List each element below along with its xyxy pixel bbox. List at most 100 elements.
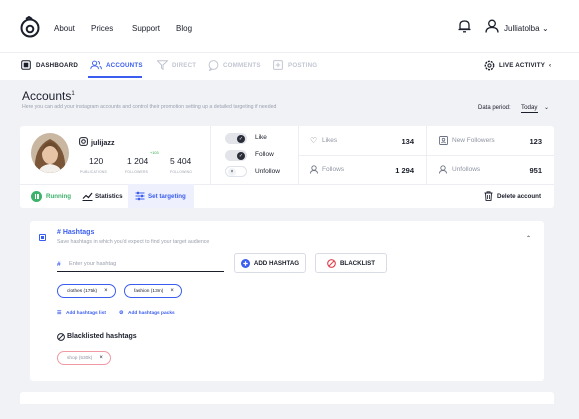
page-subtitle: Here you can add your instagram accounts… (22, 104, 277, 110)
accounts-count: 1 (71, 91, 75, 97)
tab-accounts-label: ACCOUNTS (106, 61, 143, 69)
add-hashtag-label: ADD HASHTAG (253, 259, 300, 267)
close-icon[interactable]: × (99, 355, 103, 361)
blacklist-button[interactable]: BLACKLIST (315, 253, 387, 273)
user-icon (310, 165, 318, 174)
tab-direct[interactable]: DIRECT (156, 60, 196, 70)
follows-label: Follows (322, 166, 345, 173)
unfollow-toggle[interactable]: × (225, 166, 247, 177)
active-tab-indicator (88, 76, 142, 78)
plus-square-icon (272, 60, 284, 70)
hashtag-input[interactable]: Enter your hashtag (69, 261, 116, 267)
user-name[interactable]: Julliatolba (504, 24, 540, 33)
hashtag-chip[interactable]: clothes (175k) × (57, 284, 116, 298)
tab-posting[interactable]: POSTING (272, 60, 317, 70)
close-icon[interactable]: × (170, 288, 174, 294)
pause-icon[interactable] (31, 191, 42, 202)
unfollows-icon (439, 165, 447, 174)
tab-dashboard[interactable]: DASHBOARD (20, 60, 78, 70)
hashtags-subtitle: Save hashtags in which you'd expect to f… (57, 239, 210, 245)
unfollows-label: Unfollows (452, 166, 481, 173)
tab-posting-label: POSTING (288, 61, 318, 69)
user-icon[interactable] (485, 19, 499, 33)
live-activity-button[interactable]: LIVE ACTIVITY ‹ (483, 60, 551, 70)
data-period-select[interactable]: Today (521, 104, 538, 113)
blacklisted-title: Blacklisted hashtags (67, 333, 137, 340)
tab-comments[interactable]: COMMENTS (207, 59, 261, 71)
set-targeting-button[interactable]: Set targeting (148, 193, 186, 200)
following-label: FOLLOWING (170, 170, 193, 174)
like-toggle-label: Like (255, 134, 267, 141)
live-activity-label: LIVE ACTIVITY (499, 61, 546, 69)
chevron-down-icon[interactable]: ⌄ (542, 24, 549, 33)
gear-icon: ⚙ (119, 311, 124, 316)
hashtag-chip-label: fashion (13m) (134, 288, 164, 294)
hash-icon: # (57, 261, 61, 268)
blacklisted-chip[interactable]: shop (530k) × (57, 351, 111, 365)
users-icon (90, 60, 102, 70)
running-status[interactable]: Running (46, 193, 71, 200)
chevron-left-icon: ‹ (549, 61, 552, 69)
plus-circle-icon (240, 258, 250, 268)
page-title: Accounts1 (22, 89, 75, 103)
tab-dashboard-label: DASHBOARD (36, 61, 79, 69)
ban-icon (57, 333, 65, 341)
nav-prices-link[interactable]: Prices (91, 24, 113, 33)
publications-label: PUBLICATIONS (80, 170, 108, 174)
follow-toggle[interactable]: ✓ (225, 150, 247, 161)
chart-icon (82, 192, 93, 201)
like-toggle[interactable]: ✓ (225, 133, 247, 144)
heart-icon: ♡ (310, 136, 318, 145)
sliders-icon (135, 191, 145, 201)
following-count: 5 404 (170, 156, 192, 166)
comment-icon (207, 59, 219, 71)
send-icon (156, 60, 168, 70)
unfollow-toggle-label: Unfollow (255, 168, 280, 175)
follows-value: 1 294 (395, 166, 414, 175)
add-hashtags-packs-link[interactable]: Add hashtags packs (128, 311, 175, 316)
trash-icon (484, 191, 493, 201)
unfollows-value: 951 (529, 166, 542, 175)
x-icon: × (228, 167, 236, 176)
nav-blog-link[interactable]: Blog (176, 24, 192, 33)
statistics-button[interactable]: Statistics (95, 193, 123, 200)
hashtag-chip[interactable]: fashion (13m) × (124, 284, 182, 298)
new-followers-icon (439, 136, 448, 145)
divider (210, 126, 211, 184)
followers-label: FOLLOWERS (125, 170, 149, 174)
check-icon: ✓ (237, 134, 245, 143)
list-icon: ☰ (57, 311, 62, 316)
hashtag-chip-label: clothes (175k) (67, 288, 98, 294)
avatar[interactable] (31, 133, 69, 173)
bell-icon[interactable] (458, 19, 471, 33)
follow-toggle-label: Follow (255, 151, 274, 158)
likes-value: 134 (401, 137, 414, 146)
input-underline (57, 271, 224, 272)
account-handle[interactable]: julijazz (91, 138, 115, 147)
hashtags-checkbox[interactable] (39, 234, 46, 241)
chevron-down-icon[interactable]: ⌄ (544, 104, 549, 111)
tab-accounts[interactable]: ACCOUNTS (90, 60, 143, 70)
nav-about-link[interactable]: About (54, 24, 75, 33)
tab-direct-label: DIRECT (172, 61, 197, 69)
data-period-label: Data period: (478, 105, 511, 111)
add-hashtag-button[interactable]: ADD HASHTAG (234, 253, 306, 273)
tab-comments-label: COMMENTS (223, 61, 261, 69)
gear-icon (483, 60, 495, 70)
followers-delta: +103 (150, 151, 159, 155)
new-followers-value: 123 (529, 137, 542, 146)
add-hashtags-list-link[interactable]: Add hashtags list (66, 311, 106, 316)
chevron-up-icon[interactable]: ⌃ (526, 235, 531, 242)
nav-support-link[interactable]: Support (132, 24, 160, 33)
followers-count: 1 204 (127, 156, 149, 166)
logo-icon[interactable] (20, 16, 40, 38)
close-icon[interactable]: × (104, 288, 108, 294)
check-icon: ✓ (237, 151, 245, 160)
ban-icon (327, 258, 336, 268)
blacklisted-chip-label: shop (530k) (67, 355, 93, 361)
divider (298, 155, 554, 156)
publications-count: 120 (89, 156, 104, 166)
blacklist-label: BLACKLIST (339, 259, 376, 267)
next-card-edge (20, 392, 554, 404)
delete-account-button[interactable]: Delete account (497, 193, 541, 200)
